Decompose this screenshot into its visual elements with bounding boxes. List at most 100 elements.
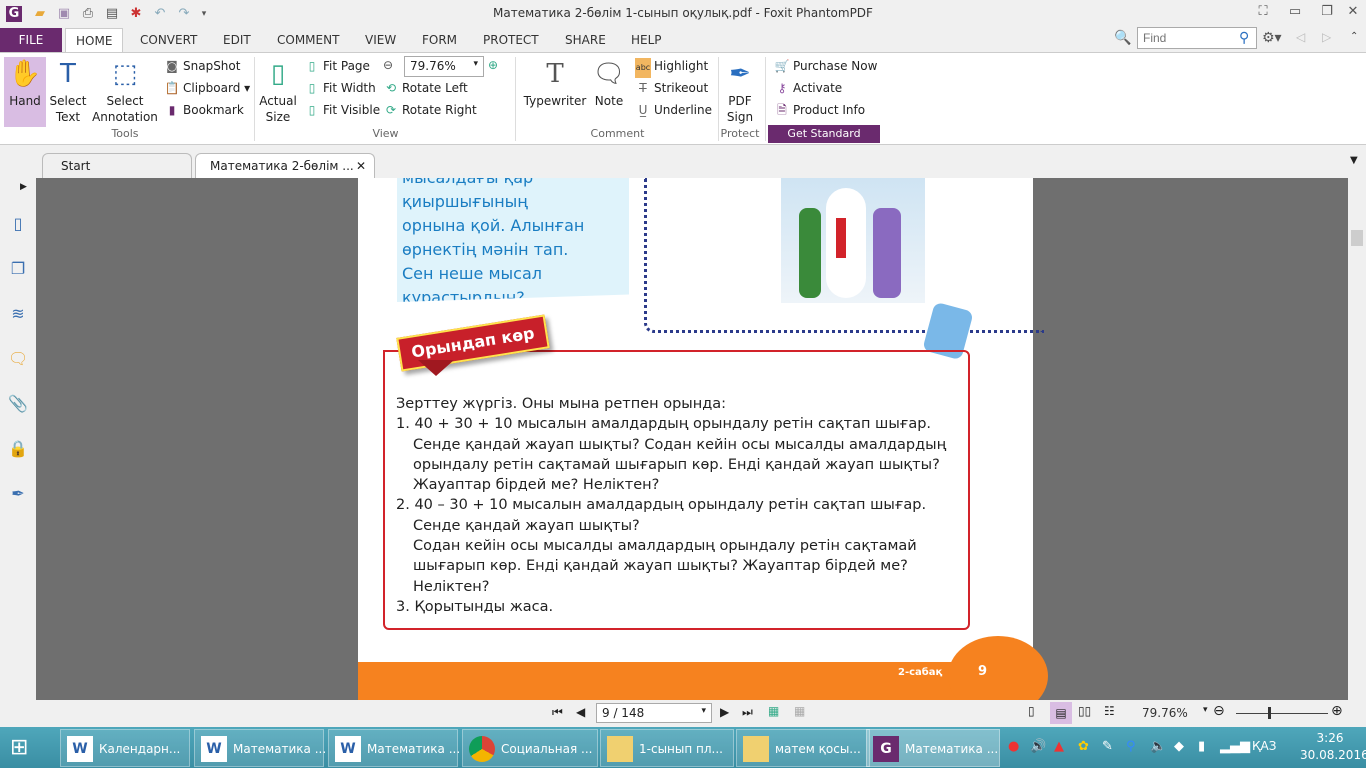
separator — [254, 57, 255, 141]
close-tab-icon[interactable]: ✕ — [356, 154, 366, 179]
tab-form[interactable]: FORM — [412, 28, 467, 52]
single-page-icon[interactable]: ▯ — [1028, 704, 1035, 718]
zoom-in-icon[interactable]: ⊕ — [1331, 703, 1343, 719]
search-icon[interactable]: ⚲ — [1239, 30, 1249, 46]
zoom-dropdown-icon[interactable]: ▾ — [1203, 705, 1208, 715]
clock[interactable]: 3:26 30.08.2016 — [1300, 730, 1366, 764]
rotate-left-button[interactable]: ⟲ Rotate Left — [383, 78, 468, 98]
clipboard-button[interactable]: 📋 Clipboard ▾ — [164, 78, 251, 98]
battery-icon[interactable]: ▮ — [1198, 739, 1205, 754]
vertical-scrollbar[interactable] — [1348, 178, 1366, 700]
scrollbar-thumb[interactable] — [1351, 230, 1363, 246]
last-page-icon[interactable]: ⏭ — [742, 705, 753, 720]
tab-view[interactable]: VIEW — [355, 28, 406, 52]
previous-result-icon[interactable]: ◁ — [1296, 30, 1305, 44]
taskbar-item-word-2[interactable]: W Математика ... — [194, 729, 326, 767]
taskbar-item-folder-1[interactable]: 1-сынып пл... — [600, 729, 734, 767]
tab-share[interactable]: SHARE — [555, 28, 616, 52]
purchase-now-button[interactable]: 🛒 Purchase Now — [774, 56, 878, 76]
pdf-sign-button[interactable]: ✒ PDF Sign — [722, 57, 758, 125]
page-number-input[interactable]: 9 / 148 ▾ — [596, 703, 712, 723]
close-button[interactable]: ✕ — [1338, 4, 1366, 24]
bookmark-button[interactable]: ▮ Bookmark — [164, 100, 244, 120]
tab-start[interactable]: Start — [42, 153, 192, 178]
fit-page-button[interactable]: ▯ Fit Page — [304, 56, 370, 76]
taskbar-item-foxit[interactable]: G Математика ... — [866, 729, 1000, 767]
label: Hand — [9, 94, 41, 108]
strikeout-button[interactable]: T̶ Strikeout — [635, 78, 708, 98]
zoom-slider-thumb[interactable] — [1268, 707, 1271, 719]
zoom-select[interactable]: 79.76% ▾ — [404, 56, 484, 77]
fit-visible-button[interactable]: ▯ Fit Visible — [304, 100, 380, 120]
taskbar-item-chrome[interactable]: Социальная ... — [462, 729, 598, 767]
snapshot-button[interactable]: ◙ SnapShot — [164, 56, 240, 76]
highlight-button[interactable]: abc Highlight — [635, 56, 708, 78]
highlight-icon: abc — [635, 58, 651, 78]
collapse-ribbon-icon[interactable]: ⌃ — [1350, 31, 1358, 42]
signatures-icon[interactable]: ✒ — [8, 484, 28, 504]
rotate-right-button[interactable]: ⟳ Rotate Right — [383, 100, 477, 120]
tray-app-icon[interactable]: ◆ — [1174, 739, 1184, 754]
tab-home[interactable]: HOME — [65, 28, 124, 52]
volume-icon[interactable]: 🔊 — [1030, 739, 1046, 754]
taskbar-item-word-1[interactable]: W Календарн... — [60, 729, 190, 767]
tab-document[interactable]: Математика 2-бөлім ... ✕ — [195, 153, 375, 178]
pages-icon[interactable]: ▯ — [8, 214, 28, 234]
folder-icon — [607, 736, 633, 762]
speaker-icon[interactable]: 🔈 — [1150, 739, 1166, 754]
tab-help[interactable]: HELP — [621, 28, 672, 52]
zoom-in-icon[interactable]: ⊕ — [488, 58, 498, 72]
product-info-button[interactable]: 🗎 Product Info — [774, 100, 865, 120]
select-annotation-button[interactable]: ⬚ Select Annotation — [92, 57, 158, 125]
zoom-out-icon[interactable]: ⊖ — [383, 58, 393, 72]
tab-edit[interactable]: EDIT — [213, 28, 261, 52]
thumbnails-icon[interactable]: ❐ — [8, 259, 28, 279]
underline-button[interactable]: U̲ Underline — [635, 100, 712, 120]
next-result-icon[interactable]: ▷ — [1322, 30, 1331, 44]
fullscreen-icon[interactable]: ⛶ — [1248, 4, 1278, 24]
select-text-button[interactable]: T Select Text — [48, 57, 88, 125]
comments-icon[interactable]: 🗨 — [8, 349, 28, 369]
activate-button[interactable]: ⚷ Activate — [774, 78, 843, 98]
gear-icon[interactable]: ⚙▾ — [1262, 30, 1282, 46]
taskbar-item-folder-2[interactable]: матем қосы... — [736, 729, 870, 767]
attachments-icon[interactable]: 📎 — [8, 394, 28, 414]
actual-size-button[interactable]: ▯ Actual Size — [258, 57, 298, 125]
tray-app-icon[interactable]: ✿ — [1078, 739, 1089, 754]
next-view-icon[interactable]: ▦ — [794, 704, 805, 718]
tab-file[interactable]: FILE — [0, 28, 62, 52]
security-lock-icon[interactable]: 🔒 — [8, 439, 28, 459]
next-page-icon[interactable]: ▶ — [720, 705, 729, 719]
signal-icon[interactable]: ▂▄▆ — [1220, 739, 1250, 754]
facing-pages-icon[interactable]: ▯▯ — [1078, 704, 1091, 718]
tab-protect[interactable]: PROTECT — [473, 28, 549, 52]
zoom-slider[interactable] — [1236, 713, 1328, 714]
tray-app-icon[interactable]: ● — [1008, 739, 1019, 754]
fit-width-button[interactable]: ▯ Fit Width — [304, 78, 376, 98]
pen-tray-icon[interactable]: ✎ — [1102, 739, 1113, 754]
note-button[interactable]: 🗨 Note — [590, 57, 628, 109]
search-folder-icon[interactable]: 🔍 — [1114, 30, 1131, 46]
expand-panel-icon[interactable]: ▶ — [20, 182, 27, 192]
first-page-icon[interactable]: ⏮ — [552, 705, 563, 720]
tab-list-dropdown-icon[interactable]: ▼ — [1350, 155, 1358, 166]
tab-convert[interactable]: CONVERT — [130, 28, 207, 52]
hand-tool-button[interactable]: ✋ Hand — [4, 57, 46, 127]
language-indicator[interactable]: ҚАЗ — [1252, 739, 1276, 753]
previous-view-icon[interactable]: ▦ — [768, 704, 779, 718]
zoom-out-icon[interactable]: ⊖ — [1213, 703, 1225, 719]
label: Fit Visible — [323, 103, 381, 117]
taskbar-item-word-3[interactable]: W Математика ... — [328, 729, 460, 767]
windows-start-icon[interactable]: ⊞ — [10, 737, 28, 759]
warning-icon[interactable]: ▲ — [1054, 739, 1064, 754]
layers-icon[interactable]: ≋ — [8, 304, 28, 324]
previous-page-icon[interactable]: ◀ — [576, 705, 585, 719]
network-device-icon[interactable]: ⚲ — [1126, 739, 1136, 754]
get-standard-button[interactable]: Get Standard — [768, 125, 880, 143]
minimize-button[interactable]: ▭ — [1280, 4, 1310, 24]
tab-comment[interactable]: COMMENT — [267, 28, 349, 52]
continuous-facing-icon[interactable]: ☷ — [1104, 704, 1115, 718]
typewriter-button[interactable]: T Typewriter — [522, 57, 588, 109]
document-viewer[interactable]: мысалдағы қар қиыршығының орнына қой. Ал… — [36, 178, 1348, 700]
continuous-page-icon[interactable]: ▤ — [1050, 702, 1072, 724]
